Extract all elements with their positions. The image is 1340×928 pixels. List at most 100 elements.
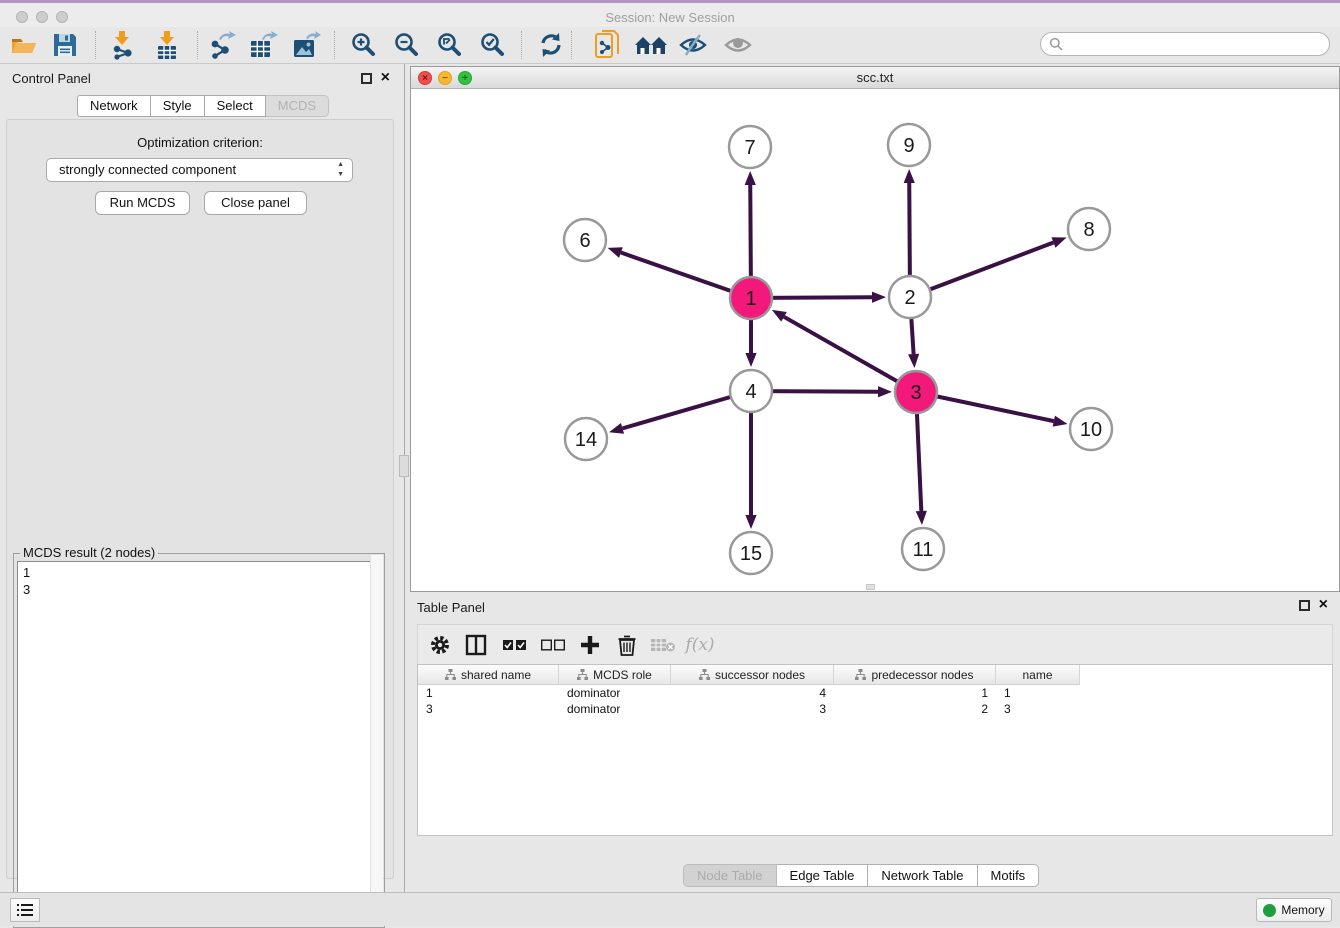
graph-edge-arrowhead xyxy=(878,386,892,397)
view-resize-handle[interactable] xyxy=(866,584,875,590)
export-image-button[interactable] xyxy=(291,30,321,60)
criterion-select[interactable]: strongly connected component ▲▼ xyxy=(46,158,353,182)
table-options-button[interactable] xyxy=(426,631,454,659)
hide-graphics-details-button[interactable] xyxy=(678,30,708,60)
import-network-button[interactable] xyxy=(108,30,138,60)
table-row[interactable]: 1dominator411 xyxy=(418,685,1332,701)
zoom-out-button[interactable] xyxy=(392,30,422,60)
export-table-button[interactable] xyxy=(248,30,278,60)
show-graphics-details-button[interactable] xyxy=(723,30,753,60)
graph-edge-arrowhead xyxy=(745,171,756,185)
network-file-icon xyxy=(594,29,622,61)
delete-table-button[interactable] xyxy=(649,631,677,659)
zoom-selected-button[interactable] xyxy=(478,30,508,60)
search-input[interactable] xyxy=(1040,32,1330,56)
unselect-all-columns-button[interactable] xyxy=(539,631,567,659)
column-header-name[interactable]: name xyxy=(996,665,1080,685)
graph-edge[interactable] xyxy=(784,317,916,392)
network-canvas[interactable]: 7968124314101511 xyxy=(411,89,1339,591)
import-table-icon xyxy=(153,30,181,60)
vertical-splitter-handle[interactable] xyxy=(399,455,409,477)
tab-network[interactable]: Network xyxy=(77,95,151,117)
column-header-successor-nodes[interactable]: successor nodes xyxy=(671,665,834,685)
table-row[interactable]: 3dominator323 xyxy=(418,701,1332,717)
save-session-button[interactable] xyxy=(50,30,80,60)
import-table-button[interactable] xyxy=(152,30,182,60)
double-house-icon xyxy=(634,32,668,58)
show-column-panel-button[interactable] xyxy=(462,631,490,659)
network-view-title: scc.txt xyxy=(411,70,1339,85)
create-column-button[interactable] xyxy=(576,631,604,659)
vertical-splitter[interactable] xyxy=(404,64,405,892)
tree-icon xyxy=(855,669,866,680)
open-session-button[interactable] xyxy=(9,30,39,60)
clone-network-button[interactable] xyxy=(593,30,623,60)
close-panel-icon[interactable]: × xyxy=(381,68,390,88)
delete-columns-button[interactable] xyxy=(613,631,641,659)
graph-edge-arrowhead xyxy=(1051,237,1066,247)
select-all-columns-button[interactable] xyxy=(501,631,529,659)
refresh-view-button[interactable] xyxy=(536,30,566,60)
checked-boxes-icon xyxy=(503,639,527,651)
network-window-titlebar[interactable]: × − + scc.txt xyxy=(411,67,1339,89)
unchecked-boxes-icon xyxy=(541,639,565,651)
run-mcds-button[interactable]: Run MCDS xyxy=(95,191,190,215)
tab-mcds[interactable]: MCDS xyxy=(266,95,329,117)
float-table-panel-icon[interactable] xyxy=(1299,600,1310,611)
import-network-icon xyxy=(109,30,137,60)
zoom-fit-button[interactable] xyxy=(435,30,465,60)
memory-button[interactable]: Memory xyxy=(1256,898,1332,922)
trash-icon xyxy=(617,634,637,656)
toolbar-separator xyxy=(334,31,335,59)
gear-icon xyxy=(429,634,451,656)
criterion-selected-value: strongly connected component xyxy=(59,162,236,177)
function-builder-button[interactable]: f(x) xyxy=(686,631,714,659)
tab-motifs[interactable]: Motifs xyxy=(978,864,1040,887)
tree-icon xyxy=(445,669,456,680)
table-cell: 1 xyxy=(996,685,1080,701)
result-scrollbar[interactable] xyxy=(370,555,383,916)
tab-edge-table[interactable]: Edge Table xyxy=(777,864,869,887)
control-panel-tabs: Network Style Select MCDS xyxy=(77,95,329,117)
column-header-shared-name[interactable]: shared name xyxy=(418,665,559,685)
tab-select[interactable]: Select xyxy=(205,95,266,117)
task-history-button[interactable] xyxy=(10,898,40,922)
zoom-fit-icon xyxy=(436,31,464,59)
select-stepper-icon: ▲▼ xyxy=(337,160,344,180)
graph-edge-arrowhead xyxy=(916,511,927,525)
memory-status-icon xyxy=(1263,904,1276,917)
graph-node-label: 11 xyxy=(913,539,934,561)
window-title: Session: New Session xyxy=(0,10,1340,25)
graph-node-label: 2 xyxy=(904,287,915,309)
column-header-predecessor-nodes[interactable]: predecessor nodes xyxy=(834,665,996,685)
graph-edge-arrowhead xyxy=(609,423,624,434)
table-cell: 3 xyxy=(996,701,1080,717)
graph-edge-arrowhead xyxy=(872,292,886,303)
toolbar-separator xyxy=(571,31,572,59)
float-panel-icon[interactable] xyxy=(361,73,372,84)
table-panel-title: Table Panel xyxy=(417,600,485,615)
network-graph[interactable]: 7968124314101511 xyxy=(411,89,1339,591)
zoom-in-icon xyxy=(350,31,378,59)
column-header-mcds-role[interactable]: MCDS role xyxy=(559,665,671,685)
table-cell: 1 xyxy=(834,685,996,701)
graph-edge-arrowhead xyxy=(745,353,756,367)
mcds-result-group: MCDS result (2 nodes) 1 3 xyxy=(13,553,385,928)
graph-node-label: 15 xyxy=(740,543,762,565)
table-panel: Table Panel × xyxy=(410,595,1340,888)
close-table-panel-icon[interactable]: × xyxy=(1319,595,1328,615)
export-table-icon xyxy=(248,30,278,60)
zoom-in-button[interactable] xyxy=(349,30,379,60)
close-panel-button[interactable]: Close panel xyxy=(204,191,307,215)
table-cell: 1 xyxy=(418,685,559,701)
graph-edge[interactable] xyxy=(910,242,1053,297)
eye-icon xyxy=(723,33,753,57)
home-button[interactable] xyxy=(634,30,668,60)
export-network-button[interactable] xyxy=(207,30,237,60)
tab-node-table[interactable]: Node Table xyxy=(683,864,777,887)
graph-node-label: 9 xyxy=(903,135,914,157)
tab-style[interactable]: Style xyxy=(151,95,205,117)
mcds-result-text[interactable]: 1 3 xyxy=(17,561,381,924)
graph-node-label: 6 xyxy=(579,230,590,252)
tab-network-table[interactable]: Network Table xyxy=(868,864,977,887)
